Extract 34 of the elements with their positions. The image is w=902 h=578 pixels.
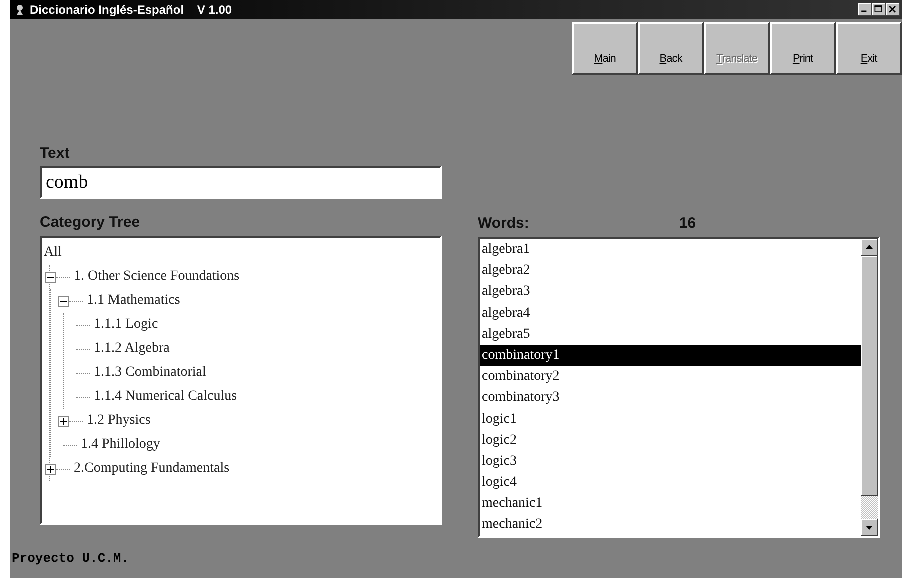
status-text: Proyecto U.C.M.	[12, 551, 130, 566]
toolbar-button[interactable]: Exit	[836, 22, 902, 75]
expand-icon[interactable]	[45, 464, 56, 474]
text-label: Text	[40, 145, 71, 162]
tree-root[interactable]: All	[44, 245, 62, 260]
tree-item[interactable]: 1.1.4 Numerical Calculus	[94, 385, 238, 409]
tree-item[interactable]: 1.1.3 Combinatorial	[94, 361, 206, 385]
close-button[interactable]	[886, 3, 900, 16]
tree-item[interactable]: 1.1.2 Algebra	[94, 337, 170, 361]
minimize-button[interactable]	[858, 3, 872, 16]
tree-label: Category Tree	[40, 214, 140, 231]
tree-item[interactable]: 1.4 Phillology	[81, 433, 160, 457]
list-item[interactable]: combinatory1	[480, 344, 861, 366]
toolbar-button[interactable]: Print	[770, 22, 836, 75]
maximize-button[interactable]	[872, 3, 886, 16]
app-icon	[14, 4, 26, 16]
tree-item[interactable]: 1.1.1 Logic	[94, 313, 158, 337]
scrollbar[interactable]	[861, 239, 878, 536]
collapse-icon[interactable]	[45, 272, 56, 282]
tree-item[interactable]: 1. Other Science Foundations	[74, 265, 240, 289]
tree-item[interactable]: 1.2 Physics	[87, 409, 151, 433]
window-title: Diccionario Inglés-Español V 1.00	[30, 2, 232, 16]
scroll-down-icon[interactable]	[861, 519, 878, 536]
toolbar-button[interactable]: Main	[572, 22, 638, 75]
toolbar-button[interactable]: Back	[638, 22, 704, 75]
scroll-thumb[interactable]	[861, 256, 878, 496]
collapse-icon[interactable]	[58, 296, 69, 306]
scroll-up-icon[interactable]	[861, 239, 878, 256]
text-field[interactable]: comb	[40, 166, 442, 199]
word-count: 16	[679, 215, 696, 232]
tree-item[interactable]: 1.1 Mathematics	[87, 289, 180, 313]
expand-icon[interactable]	[58, 416, 69, 426]
tree-item[interactable]: 2.Computing Fundamentals	[74, 457, 230, 481]
words-label: Words:	[478, 215, 530, 232]
